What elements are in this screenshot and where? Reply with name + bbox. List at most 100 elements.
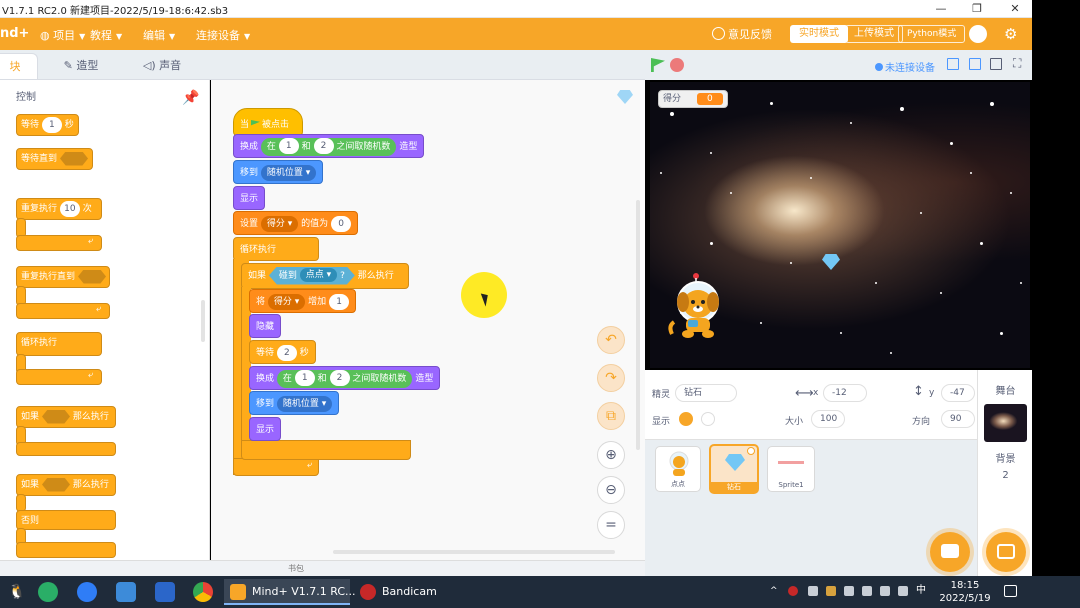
undo-button[interactable]: ↶ bbox=[597, 326, 625, 354]
script-area[interactable]: 当被点击 换成 在 1 和 2 之间取随机数 造型 移到 随机位置 ▾ 显示 设… bbox=[211, 80, 645, 560]
star bbox=[850, 122, 852, 124]
palette-scrollbar[interactable] bbox=[201, 300, 205, 342]
connection-status[interactable]: 未连接设备 bbox=[875, 59, 935, 74]
sprite-card[interactable]: 点点 bbox=[655, 446, 701, 492]
chevron-down-icon: ▼ bbox=[116, 32, 123, 41]
star bbox=[950, 142, 953, 145]
notification-icon[interactable] bbox=[1004, 585, 1017, 597]
stage-pane[interactable]: 舞台 背景 2 bbox=[977, 370, 1032, 576]
star bbox=[660, 172, 662, 174]
wechat-icon[interactable] bbox=[38, 582, 58, 602]
ime-icon[interactable]: 中 bbox=[916, 586, 926, 596]
show-eye-icon[interactable] bbox=[679, 412, 693, 426]
block-go-to[interactable]: 移到 随机位置 ▾ bbox=[233, 160, 324, 184]
cloud-app-icon[interactable] bbox=[116, 582, 136, 602]
taskbar-bandicam[interactable]: Bandicam bbox=[354, 579, 464, 605]
chevron-down-icon: ▼ bbox=[169, 32, 176, 41]
chevron-up-icon[interactable]: ^ bbox=[770, 586, 780, 596]
feedback-button[interactable]: 意见反馈 bbox=[712, 26, 772, 42]
tab-sounds[interactable]: ◁) 声音 bbox=[124, 53, 200, 79]
block-switch-costume[interactable]: 换成 在 1 和 2 之间取随机数 造型 bbox=[249, 366, 441, 390]
direction-input[interactable]: 90 bbox=[941, 410, 975, 428]
chevron-down-icon: ▼ bbox=[244, 32, 251, 41]
palette-block-wait[interactable]: 等待 1 秒 bbox=[16, 114, 79, 136]
title-bar: V1.7.1 RC2.0 新建项目-2022/5/19-18:6:42.sb3 … bbox=[0, 0, 1032, 18]
tab-code[interactable]: 块 bbox=[0, 53, 38, 79]
zoom-in-button[interactable]: ⊕ bbox=[597, 441, 625, 469]
palette-block-wait-until[interactable]: 等待直到 bbox=[16, 148, 94, 170]
script-vertical-scrollbar[interactable] bbox=[636, 200, 640, 450]
x-input[interactable]: -12 bbox=[823, 384, 867, 402]
y-input[interactable]: -47 bbox=[941, 384, 975, 402]
tool-tray-icon[interactable] bbox=[862, 586, 872, 596]
menu-tutorial[interactable]: 教程 ▼ bbox=[90, 27, 122, 43]
block-go-to[interactable]: 移到 随机位置 ▾ bbox=[249, 391, 340, 415]
backdrop-count: 2 bbox=[1002, 470, 1009, 481]
dog-sprite[interactable] bbox=[666, 272, 724, 342]
stage-title: 舞台 bbox=[995, 386, 1016, 397]
menu-project[interactable]: ◍ 项目 ▼ bbox=[40, 27, 85, 43]
block-hide[interactable]: 隐藏 bbox=[249, 314, 282, 338]
backdrop-thumbnail[interactable] bbox=[984, 404, 1027, 442]
sprite-card-selected[interactable]: 钻石 bbox=[709, 444, 759, 494]
block-show[interactable]: 显示 bbox=[249, 417, 282, 441]
minimize-button[interactable]: — bbox=[928, 0, 954, 18]
star bbox=[770, 102, 773, 105]
star bbox=[1010, 192, 1012, 194]
avatar[interactable] bbox=[969, 25, 987, 43]
network-icon[interactable] bbox=[880, 586, 890, 596]
block-switch-costume[interactable]: 换成 在 1 和 2 之间取随机数 造型 bbox=[233, 134, 425, 158]
folder-tray-icon[interactable] bbox=[826, 586, 836, 596]
qq-icon[interactable]: 🐧 bbox=[8, 582, 28, 602]
script-horizontal-scrollbar[interactable] bbox=[333, 550, 615, 554]
block-show[interactable]: 显示 bbox=[233, 186, 266, 210]
zoom-out-button[interactable]: ⊖ bbox=[597, 476, 625, 504]
size-input[interactable]: 100 bbox=[811, 410, 845, 428]
block-wait[interactable]: 等待 2 秒 bbox=[249, 340, 316, 364]
upload-mode-button[interactable]: 上传模式 bbox=[845, 25, 903, 43]
small-stage-icon[interactable] bbox=[947, 58, 959, 70]
add-backdrop-button[interactable] bbox=[986, 532, 1026, 572]
menu-edit[interactable]: 编辑 ▼ bbox=[143, 27, 175, 43]
green-flag-button[interactable] bbox=[651, 58, 665, 72]
microphone-icon[interactable] bbox=[808, 586, 818, 596]
block-set-variable[interactable]: 设置 得分 ▾ 的值为 0 bbox=[233, 211, 359, 235]
star bbox=[670, 112, 674, 116]
stage[interactable]: 得分 0 bbox=[650, 82, 1030, 368]
large-stage-icon[interactable] bbox=[990, 58, 1002, 70]
volume-icon[interactable] bbox=[898, 586, 908, 596]
browser-icon[interactable] bbox=[77, 582, 97, 602]
zoom-reset-button[interactable]: = bbox=[597, 511, 625, 539]
menu-connect-device[interactable]: 连接设备 ▼ bbox=[196, 27, 250, 43]
category-title: 控制 bbox=[16, 92, 36, 103]
fullscreen-icon[interactable]: ⛶ bbox=[1013, 57, 1025, 70]
diamond-sprite[interactable] bbox=[822, 254, 840, 270]
close-button[interactable]: ✕ bbox=[1002, 0, 1028, 18]
clean-up-button[interactable]: ⧉ bbox=[597, 402, 625, 430]
gear-icon[interactable]: ⚙ bbox=[1004, 25, 1022, 43]
redo-button[interactable]: ↷ bbox=[597, 364, 625, 392]
close-icon[interactable] bbox=[747, 447, 755, 455]
star bbox=[710, 242, 713, 245]
chrome-icon[interactable] bbox=[193, 582, 213, 602]
block-when-flag-clicked[interactable]: 当被点击 bbox=[233, 108, 303, 136]
tab-costumes[interactable]: ✎ 造型 bbox=[46, 53, 116, 79]
feishu-icon[interactable] bbox=[155, 582, 175, 602]
realtime-mode-button[interactable]: 实时模式 bbox=[790, 25, 848, 43]
system-clock[interactable]: 18:15 2022/5/19 bbox=[938, 579, 992, 605]
backpack-bar[interactable]: 书包 bbox=[0, 560, 645, 576]
taskbar-mindplus[interactable]: Mind+ V1.7.1 RC... bbox=[224, 579, 356, 605]
stop-button[interactable] bbox=[670, 58, 684, 72]
add-sprite-button[interactable] bbox=[930, 532, 970, 572]
sprite-name-input[interactable]: 钻石 bbox=[675, 384, 737, 402]
sprite-card[interactable]: Sprite1 bbox=[767, 446, 815, 492]
pin-icon[interactable]: 📌 bbox=[182, 90, 199, 106]
hide-eye-icon[interactable] bbox=[701, 412, 715, 426]
speaker-tray-icon[interactable] bbox=[844, 586, 854, 596]
maximize-button[interactable]: ❐ bbox=[964, 0, 990, 18]
normal-stage-icon[interactable] bbox=[969, 58, 981, 70]
python-mode-button[interactable]: Python模式 bbox=[898, 25, 966, 43]
record-tray-icon[interactable] bbox=[788, 586, 798, 596]
image-icon bbox=[997, 544, 1015, 559]
block-change-variable[interactable]: 将 得分 ▾ 增加 1 bbox=[249, 289, 357, 313]
